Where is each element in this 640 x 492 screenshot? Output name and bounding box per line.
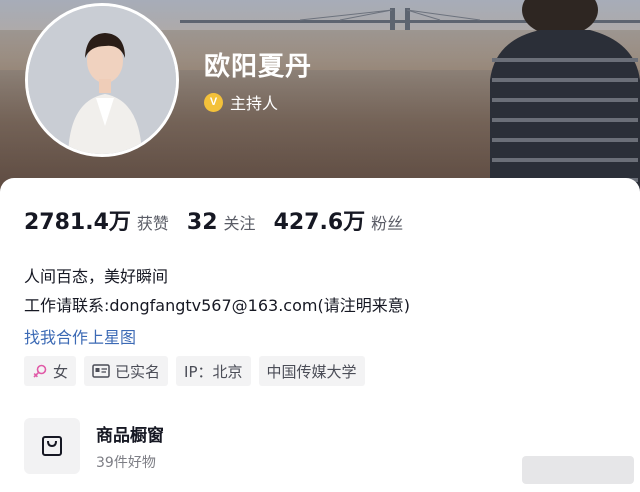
stat-followers[interactable]: 427.6万 粉丝 (274, 204, 404, 236)
profile-name: 欧阳夏丹 (204, 52, 313, 82)
tag-verified-label: 已实名 (115, 362, 161, 381)
tag-school-label: 中国传媒大学 (266, 362, 357, 381)
bio-line-1: 人间百态，美好瞬间 (24, 267, 169, 286)
shopping-bag-icon (42, 436, 62, 456)
id-card-icon (92, 364, 110, 378)
following-count: 32 (186, 210, 218, 235)
shop-subtitle: 39件好物 (96, 454, 156, 471)
avatar[interactable] (25, 3, 179, 157)
bio: 人间百态，美好瞬间 工作请联系:dongfangtv567@163.com(请注… (24, 262, 410, 320)
star-cooperation-link[interactable]: 找我合作上星图 (24, 324, 136, 348)
watermark (522, 456, 634, 484)
tag-ip-label: IP：北京 (184, 362, 243, 381)
verified-badge-icon: V (204, 92, 223, 112)
verification: V 主持人 (204, 90, 278, 114)
stat-following[interactable]: 32 关注 (187, 210, 256, 235)
profile-card: 2781.4万 获赞 32 关注 427.6万 粉丝 人间百态，美好瞬间 工作请… (0, 178, 640, 492)
verification-label: 主持人 (230, 94, 279, 113)
bio-line-2: 工作请联系:dongfangtv567@163.com(请注明来意) (24, 296, 410, 315)
profile-tags: 女 已实名 IP：北京 中国传媒大学 (24, 356, 373, 386)
stats-row: 2781.4万 获赞 32 关注 427.6万 粉丝 (24, 204, 421, 236)
tag-gender: 女 (24, 356, 77, 386)
female-icon (32, 363, 48, 379)
shop-title: 商品橱窗 (96, 425, 164, 446)
followers-label: 粉丝 (371, 214, 404, 233)
shop-texts: 商品橱窗 39件好物 (96, 421, 164, 472)
shop-icon-container (24, 418, 80, 474)
tag-gender-label: 女 (53, 362, 69, 381)
avatar-photo (28, 6, 176, 154)
person-photo (490, 0, 640, 205)
tag-ip-location: IP：北京 (176, 356, 251, 386)
followers-count: 427.6万 (273, 210, 366, 235)
likes-count: 2781.4万 (24, 210, 131, 235)
following-label: 关注 (223, 214, 256, 233)
stat-likes[interactable]: 2781.4万 获赞 (24, 204, 169, 236)
product-showcase[interactable]: 商品橱窗 39件好物 (24, 418, 164, 474)
tag-school[interactable]: 中国传媒大学 (258, 356, 365, 386)
tag-verified-identity: 已实名 (84, 356, 169, 386)
likes-label: 获赞 (136, 214, 169, 233)
